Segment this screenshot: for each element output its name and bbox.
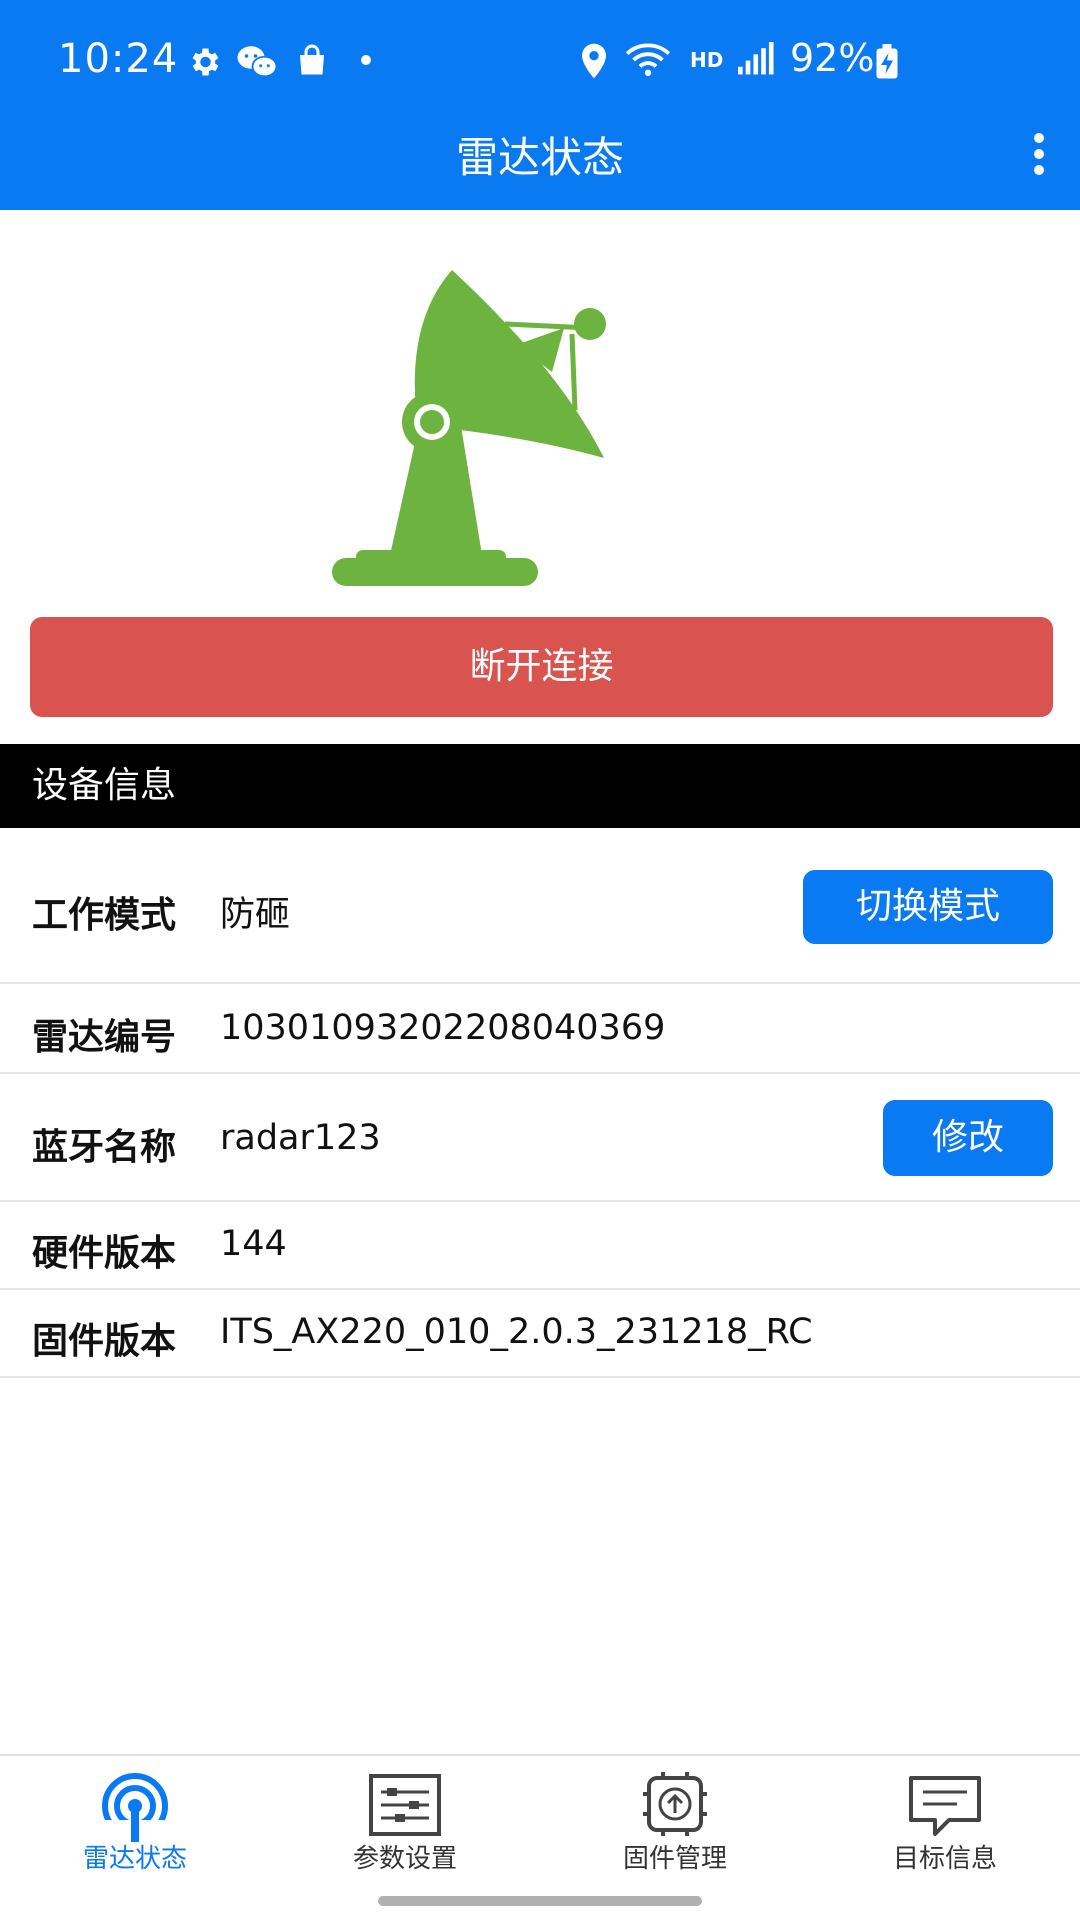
work-mode-value: 防砸 <box>220 895 291 935</box>
firmware-version-value: ITS_AX220_010_2.0.3_231218_RC <box>220 1312 813 1352</box>
work-mode-label: 工作模式 <box>32 895 177 936</box>
tab-firmware-management[interactable]: 固件管理 <box>540 1756 810 1886</box>
radar-dish-icon <box>332 270 606 586</box>
page-title: 雷达状态 <box>455 133 624 182</box>
disconnect-button[interactable]: 断开连接 <box>30 617 1053 717</box>
chip-upload-icon <box>643 1772 707 1836</box>
edit-button[interactable]: 修改 <box>883 1100 1053 1176</box>
gear-icon <box>192 48 219 76</box>
radar-id-label: 雷达编号 <box>32 1017 177 1058</box>
dot-icon <box>361 55 371 65</box>
tab-target-info[interactable]: 目标信息 <box>810 1756 1080 1886</box>
wifi-icon <box>625 43 671 76</box>
switch-mode-button[interactable]: 切换模式 <box>803 870 1053 944</box>
hardware-version-label: 硬件版本 <box>32 1233 177 1274</box>
location-icon <box>582 43 606 79</box>
tab-label: 雷达状态 <box>82 1844 187 1874</box>
firmware-version-label: 固件版本 <box>32 1321 177 1362</box>
row-hardware-version: 硬件版本 144 <box>0 1202 1080 1290</box>
signal-icon <box>738 42 774 75</box>
tab-label: 参数设置 <box>352 1844 457 1874</box>
status-bar: 10:24 HD 92% <box>0 0 1080 120</box>
shopping-bag-icon <box>300 44 324 75</box>
radar-signal-icon <box>102 1773 168 1842</box>
row-firmware-version: 固件版本 ITS_AX220_010_2.0.3_231218_RC <box>0 1290 1080 1378</box>
battery-percent: 92% <box>790 36 875 80</box>
app-header: 10:24 HD 92% 雷达状态 <box>0 0 1080 210</box>
tab-label: 固件管理 <box>622 1844 727 1874</box>
bluetooth-name-value: radar123 <box>220 1118 381 1158</box>
row-work-mode: 工作模式 防砸 切换模式 <box>0 830 1080 984</box>
device-info-header: 设备信息 <box>0 744 1080 828</box>
tab-radar-status[interactable]: 雷达状态 <box>0 1756 270 1886</box>
row-radar-id: 雷达编号 10301093202208040369 <box>0 984 1080 1074</box>
row-bluetooth-name: 蓝牙名称 radar123 修改 <box>0 1074 1080 1202</box>
tab-label: 目标信息 <box>892 1844 997 1874</box>
message-icon <box>909 1776 981 1836</box>
wechat-icon <box>237 46 278 78</box>
tab-parameter-settings[interactable]: 参数设置 <box>270 1756 540 1886</box>
sliders-icon <box>369 1774 441 1836</box>
network-type: HD <box>690 48 724 72</box>
more-vert-icon[interactable] <box>1024 130 1054 176</box>
hardware-version-value: 144 <box>220 1224 287 1264</box>
bluetooth-name-label: 蓝牙名称 <box>32 1127 177 1168</box>
home-indicator[interactable] <box>378 1896 702 1906</box>
battery-charging-icon <box>876 44 898 79</box>
status-time: 10:24 <box>58 36 179 82</box>
radar-id-value: 10301093202208040369 <box>220 1008 666 1048</box>
